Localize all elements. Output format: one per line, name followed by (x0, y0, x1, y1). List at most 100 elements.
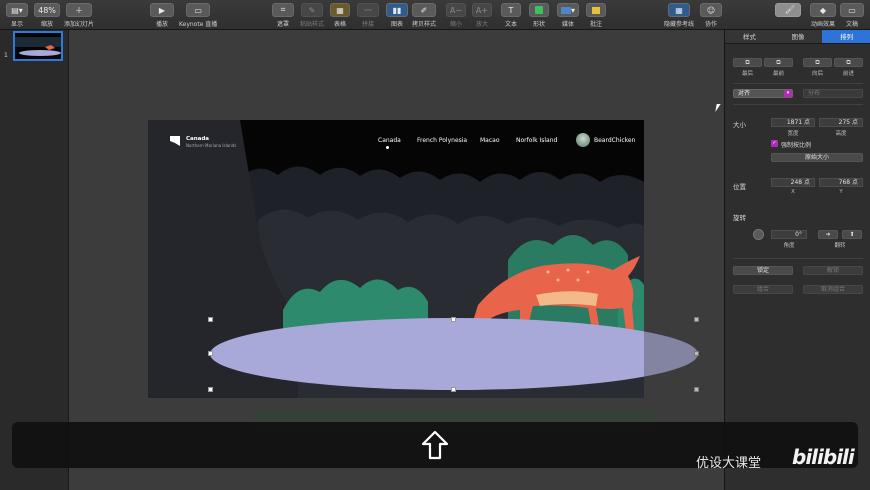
splice-button[interactable]: 〰 拼接 (357, 3, 379, 28)
ungroup-button[interactable]: 取消组合 (803, 285, 863, 294)
paste-style-button[interactable]: ✎ 粘贴样式 (300, 3, 324, 28)
table-button[interactable]: ▦ 表格 (330, 3, 350, 28)
send-backward-button[interactable]: ⧉ (803, 58, 832, 67)
add-slide-button[interactable]: ＋ 添加幻灯片 (64, 3, 94, 28)
eyedropper-icon: ✐ (412, 3, 436, 17)
divider (733, 83, 863, 84)
tab-style[interactable]: 样式 (725, 30, 774, 43)
avatar[interactable] (576, 133, 590, 147)
unlock-button[interactable]: 解锁 (803, 266, 863, 275)
zoom-value: 48% (34, 3, 60, 17)
bring-forward-label: 前进 (842, 71, 854, 77)
tab-image[interactable]: 图像 (774, 30, 823, 43)
flip-vertical-button[interactable]: ⬆ (842, 230, 862, 239)
align-select[interactable]: 对齐 ▾ (733, 89, 793, 98)
logo-title: Canada (186, 136, 210, 142)
bilibili-logo: bilibili (792, 445, 855, 469)
table-icon: ▦ (330, 3, 350, 17)
distribute-select[interactable]: 分布 (803, 89, 863, 98)
upload-arrow-icon[interactable] (421, 430, 449, 460)
rotate-dial[interactable] (753, 229, 764, 240)
group-button[interactable]: 组合 (733, 285, 793, 294)
text-icon: T (501, 3, 521, 17)
resize-handle-top-left[interactable] (208, 317, 213, 322)
view-button[interactable]: ▤▾ 显示 (6, 3, 28, 28)
toolbar: ▤▾ 显示 48% 缩放 ＋ 添加幻灯片 ▶ 播放 ▭ Keynote 直播 ⌗… (0, 0, 870, 30)
bring-to-front-button[interactable]: ⧉ (764, 58, 793, 67)
send-to-back-button[interactable]: ⧉ (733, 58, 762, 67)
lake-ellipse[interactable] (208, 316, 700, 392)
shape-button[interactable]: 形状 (529, 3, 549, 28)
play-icon: ▶ (150, 3, 174, 17)
resize-handle-left[interactable] (208, 351, 213, 356)
nav-active-dot (386, 146, 389, 149)
zoom-button[interactable]: 48% 缩放 (34, 3, 60, 28)
nav-link-macao[interactable]: Macao (480, 137, 500, 144)
animate-button[interactable]: ◆ 动画效果 (810, 3, 836, 28)
keynote-live-button[interactable]: ▭ Keynote 直播 (179, 3, 217, 28)
nav-link-norfolk-island[interactable]: Norfolk Island (516, 137, 557, 144)
text-button[interactable]: T 文本 (501, 3, 521, 28)
slide-thumbnail[interactable] (13, 31, 63, 61)
lock-button[interactable]: 锁定 (733, 266, 793, 275)
live-icon: ▭ (186, 3, 211, 17)
thumbnail-preview (15, 33, 61, 59)
mask-icon: ⌗ (272, 3, 294, 17)
collaborate-button[interactable]: ☺ 协作 (700, 3, 722, 28)
guides-button[interactable]: ▦ 隐藏参考线 (664, 3, 694, 28)
position-label: 位置 (733, 183, 746, 191)
media-icon: ▾ (557, 3, 579, 17)
document-button[interactable]: ▭ 文稿 (840, 3, 864, 28)
resize-handle-top[interactable] (451, 317, 456, 322)
flip-label: 翻转 (834, 243, 846, 249)
y-field[interactable]: 768 点 (819, 178, 863, 187)
format-button[interactable]: 🖌 格式 (775, 3, 801, 17)
collaborate-icon: ☺ (700, 3, 722, 17)
comment-icon (586, 3, 606, 17)
size-label: 大小 (733, 121, 746, 129)
divider (733, 104, 863, 105)
nav-link-french-polynesia[interactable]: French Polynesia (417, 137, 467, 144)
y-label: Y (839, 189, 843, 195)
slide-navigator (0, 30, 69, 490)
format-brush-icon: 🖌 (775, 3, 801, 17)
divider (733, 258, 863, 259)
width-label: 宽度 (787, 131, 799, 137)
copy-style-button[interactable]: ✐ 拷贝样式 (412, 3, 436, 28)
send-to-back-label: 最后 (741, 71, 753, 77)
height-label: 高度 (835, 131, 847, 137)
chart-icon: ▮▮ (386, 3, 408, 17)
guides-icon: ▦ (668, 3, 690, 17)
height-field[interactable]: 275 点 (819, 118, 863, 127)
resize-handle-bottom-left[interactable] (208, 387, 213, 392)
user-name: BeardChicken (594, 137, 636, 144)
angle-field[interactable]: 0° (771, 230, 807, 239)
watermark-text: 优设大课堂 (696, 456, 762, 471)
chart-button[interactable]: ▮▮ 图表 (386, 3, 408, 28)
play-button[interactable]: ▶ 播放 (150, 3, 174, 28)
width-field[interactable]: 1871 点 (771, 118, 815, 127)
x-field[interactable]: 248 点 (771, 178, 815, 187)
rotate-label: 旋转 (733, 214, 746, 222)
comment-button[interactable]: 批注 (586, 3, 606, 28)
animate-icon: ◆ (810, 3, 836, 17)
chevron-down-icon: ▾ (784, 90, 792, 97)
constrain-checkbox[interactable]: ✓ (771, 140, 778, 147)
original-size-button[interactable]: 原始大小 (771, 153, 863, 162)
shrink-button[interactable]: A− 缩小 (446, 3, 466, 28)
offslide-dim (644, 316, 700, 398)
flip-horizontal-button[interactable]: ➜ (818, 230, 838, 239)
logo-subtitle: Northern Mariana Islands (186, 143, 237, 148)
tab-arrange[interactable]: 排列 (822, 30, 870, 43)
resize-handle-bottom[interactable] (451, 387, 456, 392)
bring-to-front-label: 最前 (772, 71, 784, 77)
enlarge-button[interactable]: A+ 放大 (472, 3, 492, 28)
bring-forward-button[interactable]: ⧉ (834, 58, 863, 67)
nav-link-canada[interactable]: Canada (378, 137, 401, 144)
media-button[interactable]: ▾ 媒体 (557, 3, 579, 28)
view-icon: ▤▾ (6, 3, 28, 17)
x-label: X (791, 189, 795, 195)
mask-button[interactable]: ⌗ 遮罩 (272, 3, 294, 28)
enlarge-text-icon: A+ (472, 3, 492, 17)
shrink-text-icon: A− (446, 3, 466, 17)
